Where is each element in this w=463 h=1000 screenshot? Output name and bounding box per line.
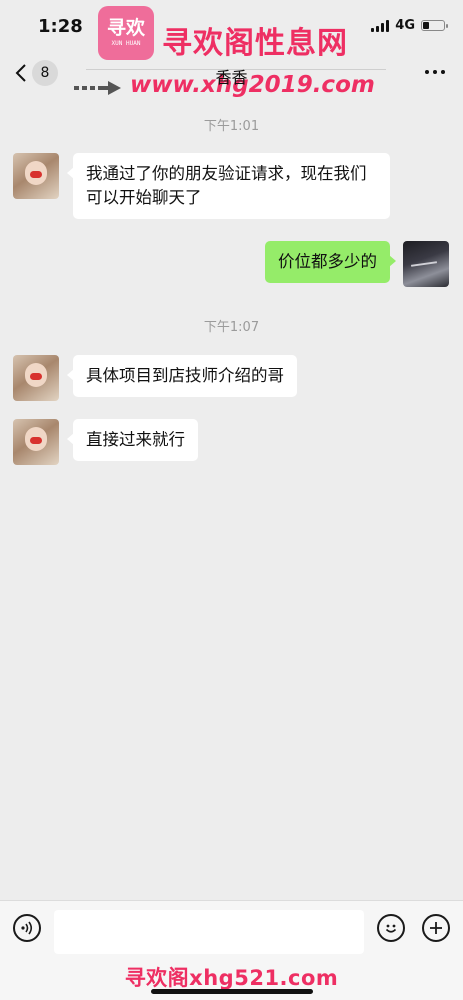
nav-bar: 8 香香 <box>0 52 463 96</box>
message-timestamp: 下午1:07 <box>203 320 260 335</box>
contact-avatar[interactable] <box>13 355 59 401</box>
battery-level <box>423 22 429 29</box>
watermark-logo-text: 寻欢 <box>106 16 145 39</box>
battery-icon <box>421 20 448 31</box>
emoji-button[interactable] <box>377 914 405 942</box>
watermark-logo-subtext: XUN HUAN <box>111 39 141 47</box>
emoji-icon <box>385 924 397 933</box>
contact-avatar[interactable] <box>13 153 59 199</box>
received-message-bubble[interactable]: 我通过了你的朋友验证请求，现在我们可以开始聊天了 <box>67 153 390 219</box>
voice-button[interactable] <box>13 914 41 942</box>
plus-button[interactable] <box>422 914 450 942</box>
status-time: 1:28 <box>38 16 83 37</box>
self-avatar[interactable] <box>403 241 449 287</box>
plus-icon <box>430 922 442 934</box>
more-dots-icon <box>425 70 429 74</box>
sent-message-bubble[interactable]: 价位都多少的 <box>265 241 396 283</box>
bottom-watermark: 寻欢阁xhg521.com <box>124 966 339 990</box>
received-message-bubble[interactable]: 直接过来就行 <box>67 419 198 461</box>
home-indicator <box>151 989 313 994</box>
signal-icon <box>371 19 390 32</box>
message-input[interactable] <box>54 910 364 954</box>
input-bar: 寻欢阁xhg521.com <box>0 900 463 1000</box>
more-button[interactable] <box>425 70 445 74</box>
chat-title: 香香 <box>215 68 248 87</box>
message-timestamp: 下午1:01 <box>203 119 260 134</box>
received-message-bubble[interactable]: 具体项目到店技师介绍的哥 <box>67 355 297 397</box>
network-label: 4G <box>395 18 415 33</box>
status-indicators: 4G <box>371 18 448 33</box>
contact-avatar[interactable] <box>13 419 59 465</box>
voice-icon <box>21 921 33 935</box>
